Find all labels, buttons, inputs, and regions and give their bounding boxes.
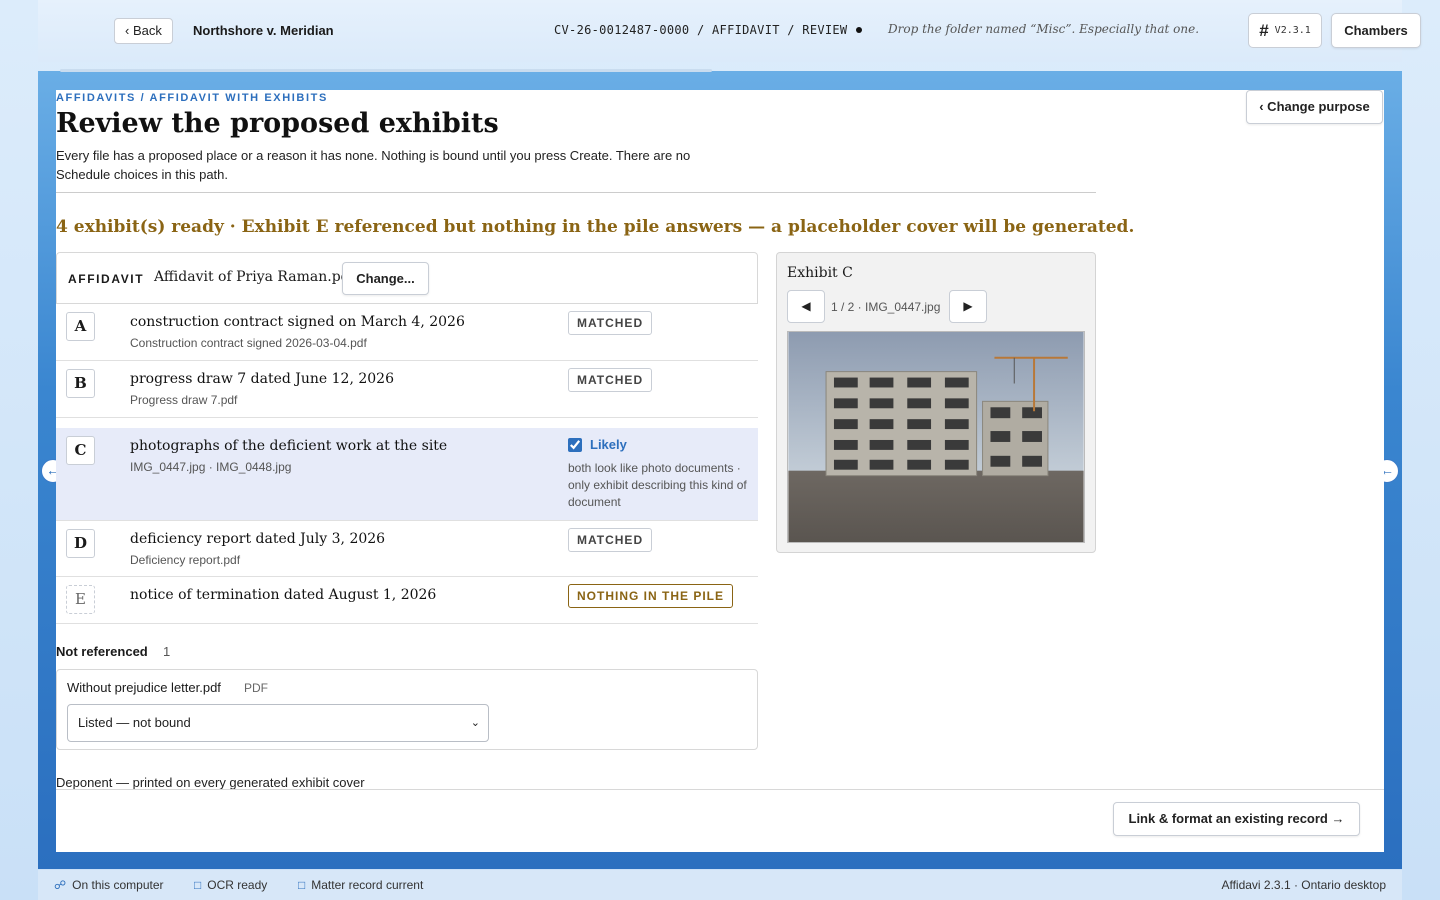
exhibit-description: progress draw 7 dated June 12, 2026 [130, 371, 394, 387]
status-label: Matter record current [311, 878, 424, 892]
panel-footer: Link & format an existing record → [56, 789, 1384, 852]
status-label: OCR ready [207, 878, 268, 892]
placement-select[interactable]: Listed — not bound ⌄ [67, 704, 489, 742]
version-label: V2.3.1 [1274, 25, 1311, 36]
matched-badge: MATCHED [568, 368, 653, 392]
matter-title: Northshore v. Meridian [193, 23, 334, 38]
status-label: On this computer [72, 878, 164, 892]
affidavit-card: AFFIDAVIT Affidavit of Priya Raman.pdf C… [56, 252, 758, 304]
exhibit-file: Deficiency report.pdf [130, 553, 241, 567]
status-on-this-computer: ☍ On this computer [54, 878, 164, 892]
section-eyebrow: AFFIDAVITS / AFFIDAVIT WITH EXHIBITS [56, 92, 328, 104]
preview-title: Exhibit C [787, 265, 853, 281]
document-icon: □ [298, 878, 306, 892]
exhibit-file: IMG_0447.jpg · IMG_0448.jpg [130, 460, 292, 474]
unreferenced-file: Without prejudice letter.pdf [67, 680, 221, 695]
intro-text: Every file has a proposed place or a rea… [56, 148, 691, 182]
exhibit-preview: Exhibit C ◀ 1 / 2 · IMG_0447.jpg ▶ [776, 252, 1096, 553]
shield-check-icon: ☍ [54, 878, 67, 892]
chambers-button[interactable]: Chambers [1331, 13, 1421, 48]
exhibit-row-d[interactable]: D deficiency report dated July 3, 2026 D… [56, 521, 758, 577]
affidavit-label: AFFIDAVIT [68, 272, 145, 286]
likely-toggle[interactable]: Likely [568, 437, 627, 452]
exhibit-description: photographs of the deficient work at the… [130, 438, 448, 454]
exhibit-description: construction contract signed on March 4,… [130, 314, 465, 330]
previous-image-button[interactable]: ◀ [787, 290, 825, 323]
deponent-label: Deponent — printed on every generated ex… [56, 775, 365, 790]
status-dot-icon [856, 27, 862, 33]
next-image-button[interactable]: ▶ [949, 290, 987, 323]
image-counter: 1 / 2 · IMG_0447.jpg [831, 300, 941, 314]
matched-badge: MATCHED [568, 311, 653, 335]
status-matter-record: □ Matter record current [298, 878, 423, 892]
likely-label: Likely [590, 437, 627, 452]
divider [56, 192, 1096, 193]
exhibit-description: deficiency report dated July 3, 2026 [130, 531, 386, 547]
frame-tab-strip [60, 69, 712, 72]
likely-checkbox[interactable] [568, 437, 582, 452]
exhibit-file: Progress draw 7.pdf [130, 393, 238, 407]
affidavit-file: Affidavit of Priya Raman.pdf [154, 269, 355, 285]
exhibit-letter: D [66, 529, 95, 558]
nothing-in-pile-badge: NOTHING IN THE PILE [568, 584, 734, 608]
exhibit-letter: E [66, 585, 95, 614]
exhibit-row-c[interactable]: C photographs of the deficient work at t… [56, 428, 758, 521]
tip-text: Drop the folder named “Misc”. Especially… [888, 22, 1200, 36]
status-ocr-ready: □ OCR ready [194, 878, 267, 892]
exhibit-row-b[interactable]: B progress draw 7 dated June 12, 2026 Pr… [56, 361, 758, 418]
breadcrumb: CV-26-0012487-0000 / AFFIDAVIT / REVIEW [554, 23, 848, 37]
exhibit-letter: A [66, 312, 95, 341]
exhibit-letter: C [66, 436, 95, 465]
not-referenced-count: 1 [163, 644, 171, 659]
not-referenced-card: Without prejudice letter.pdf PDF Listed … [56, 669, 758, 750]
back-button[interactable]: ‹ Back [114, 18, 173, 44]
exhibit-file: Construction contract signed 2026-03-04.… [130, 336, 367, 350]
chevron-down-icon: ⌄ [470, 717, 480, 729]
app-info: Affidavi 2.3.1 · Ontario desktop [1221, 878, 1386, 892]
version-button[interactable]: # V2.3.1 [1248, 13, 1322, 48]
document-check-icon: □ [194, 878, 202, 892]
matched-badge: MATCHED [568, 528, 653, 552]
placement-selected-value: Listed — not bound [78, 715, 191, 730]
change-purpose-button[interactable]: ‹ Change purpose [1246, 90, 1383, 124]
page-title: Review the proposed exhibits [56, 108, 499, 139]
change-affidavit-button[interactable]: Change... [342, 262, 429, 295]
link-existing-record-button[interactable]: Link & format an existing record → [1113, 802, 1360, 836]
exhibit-row-e[interactable]: E notice of termination dated August 1, … [56, 577, 758, 624]
match-reason: both look like photo documents · only ex… [568, 461, 747, 509]
exhibit-description: notice of termination dated August 1, 20… [130, 587, 437, 603]
construction-site-photo [787, 331, 1085, 543]
status-bar: ☍ On this computer □ OCR ready □ Matter … [38, 870, 1402, 900]
status-message: 4 exhibit(s) ready · Exhibit E reference… [56, 217, 1135, 237]
top-bar: ‹ Back Northshore v. Meridian CV-26-0012… [38, 0, 1421, 62]
hash-icon: # [1259, 20, 1269, 40]
file-type: PDF [244, 681, 268, 695]
exhibit-row-a[interactable]: A construction contract signed on March … [56, 304, 758, 361]
not-referenced-heading: Not referenced [56, 644, 148, 659]
review-panel: AFFIDAVITS / AFFIDAVIT WITH EXHIBITS Rev… [56, 90, 1384, 852]
exhibit-letter: B [66, 369, 95, 398]
